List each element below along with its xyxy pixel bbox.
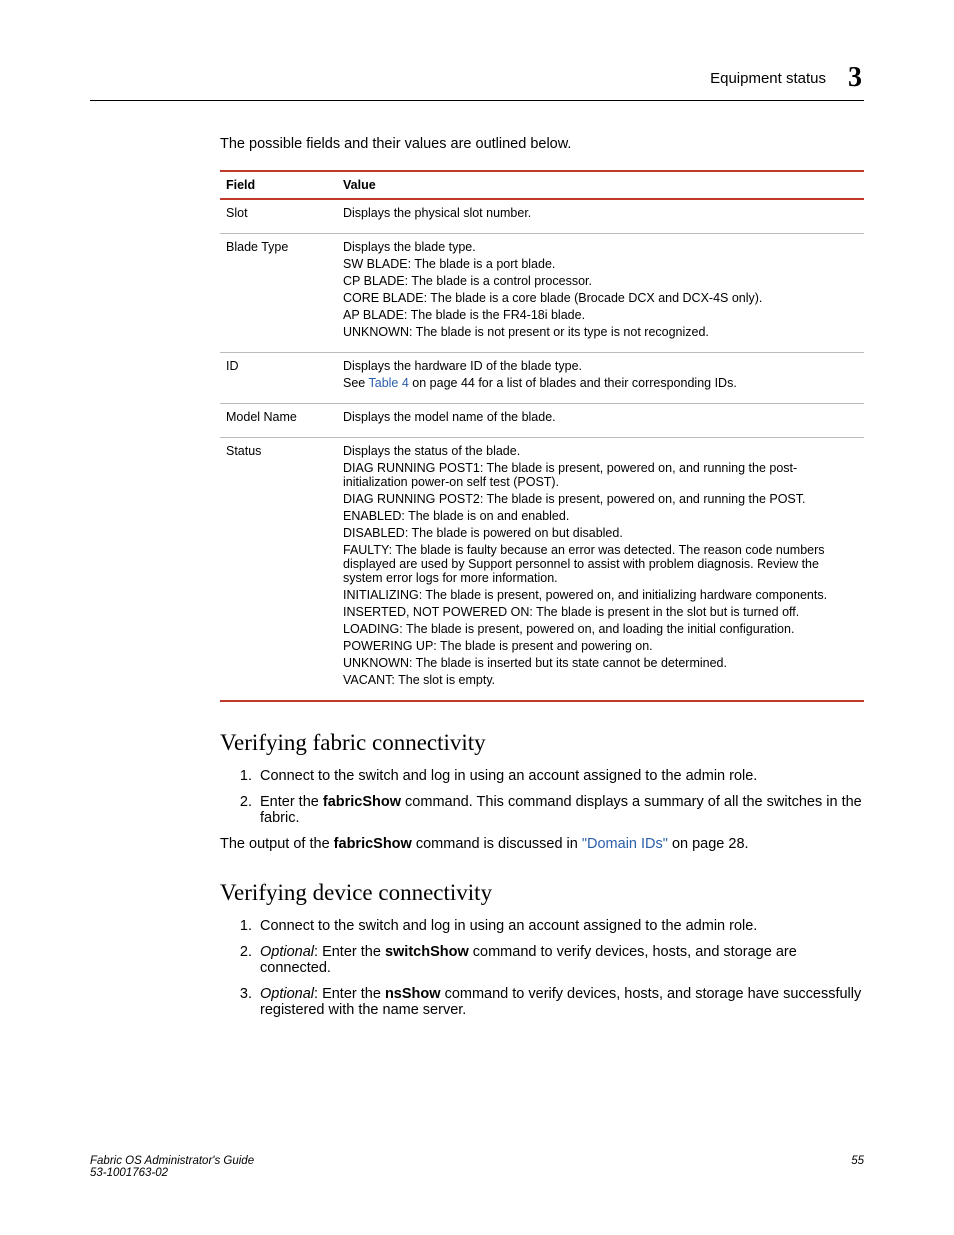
running-header: Equipment status 3	[710, 62, 862, 94]
th-field: Field	[220, 171, 337, 199]
fabric-step-1: Connect to the switch and log in using a…	[256, 768, 864, 784]
cell-field: Blade Type	[220, 234, 337, 353]
link-table-4[interactable]: Table 4	[369, 376, 409, 390]
chapter-number: 3	[848, 62, 862, 94]
cell-value: Displays the blade type. SW BLADE: The bl…	[337, 234, 864, 353]
value-line: UNKNOWN: The blade is not present or its…	[343, 325, 858, 339]
section-title: Equipment status	[710, 70, 826, 87]
cell-field: Slot	[220, 199, 337, 234]
value-line: DIAG RUNNING POST1: The blade is present…	[343, 461, 858, 489]
value-line: SW BLADE: The blade is a port blade.	[343, 257, 858, 271]
value-line: DISABLED: The blade is powered on but di…	[343, 526, 858, 540]
device-step-3: Optional: Enter the nsShow command to ve…	[256, 986, 864, 1018]
page-footer: Fabric OS Administrator's Guide 53-10017…	[90, 1155, 864, 1179]
table-row: StatusDisplays the status of the blade.D…	[220, 438, 864, 702]
value-line: INITIALIZING: The blade is present, powe…	[343, 588, 858, 602]
cmd-nsshow: nsShow	[385, 986, 441, 1002]
device-step-1: Connect to the switch and log in using a…	[256, 918, 864, 934]
th-value: Value	[337, 171, 864, 199]
heading-device: Verifying device connectivity	[220, 880, 864, 906]
value-line: CORE BLADE: The blade is a core blade (B…	[343, 291, 858, 305]
cmd-fabricshow: fabricShow	[323, 794, 401, 810]
table-row: Slot Displays the physical slot number.	[220, 199, 864, 234]
value-line: POWERING UP: The blade is present and po…	[343, 639, 858, 653]
value-line: FAULTY: The blade is faulty because an e…	[343, 543, 858, 585]
cell-value: Displays the model name of the blade.	[337, 404, 864, 438]
cmd-fabricshow-2: fabricShow	[334, 836, 412, 852]
cell-value: Displays the physical slot number.	[337, 199, 864, 234]
doc-number: 53-1001763-02	[90, 1167, 254, 1179]
header-rule	[90, 100, 864, 101]
value-line: CP BLADE: The blade is a control process…	[343, 274, 858, 288]
fabric-steps: Connect to the switch and log in using a…	[220, 768, 864, 826]
page: Equipment status 3 The possible fields a…	[0, 0, 954, 1235]
page-number: 55	[851, 1155, 864, 1179]
value-line: VACANT: The slot is empty.	[343, 673, 858, 687]
link-domain-ids[interactable]: "Domain IDs"	[582, 836, 668, 852]
cell-field: Status	[220, 438, 337, 702]
value-line: ENABLED: The blade is on and enabled.	[343, 509, 858, 523]
heading-fabric: Verifying fabric connectivity	[220, 730, 864, 756]
value-line: Displays the blade type.	[343, 240, 858, 254]
footer-left: Fabric OS Administrator's Guide 53-10017…	[90, 1155, 254, 1179]
field-value-table: Field Value Slot Displays the physical sl…	[220, 170, 864, 702]
value-line: DIAG RUNNING POST2: The blade is present…	[343, 492, 858, 506]
fabric-step-2: Enter the fabricShow command. This comma…	[256, 794, 864, 826]
device-step-2: Optional: Enter the switchShow command t…	[256, 944, 864, 976]
cell-value: Displays the hardware ID of the blade ty…	[337, 353, 864, 404]
cell-value: Displays the status of the blade. DIAG RU…	[337, 438, 864, 702]
value-line: Displays the physical slot number.	[343, 206, 858, 220]
value-line: Displays the model name of the blade.	[343, 410, 858, 424]
cell-field: ID	[220, 353, 337, 404]
fabric-para: The output of the fabricShow command is …	[220, 836, 864, 852]
cell-field: Model Name	[220, 404, 337, 438]
value-line: Displays the hardware ID of the blade ty…	[343, 359, 858, 373]
value-line: INSERTED, NOT POWERED ON: The blade is p…	[343, 605, 858, 619]
value-line: AP BLADE: The blade is the FR4-18i blade…	[343, 308, 858, 322]
value-line: UNKNOWN: The blade is inserted but its s…	[343, 656, 858, 670]
table-row: ID Displays the hardware ID of the blade …	[220, 353, 864, 404]
value-line: See Table 4 on page 44 for a list of bla…	[343, 376, 858, 390]
device-steps: Connect to the switch and log in using a…	[220, 918, 864, 1018]
value-line: Displays the status of the blade.	[343, 444, 858, 458]
table-row: Blade Type Displays the blade type. SW BLA…	[220, 234, 864, 353]
cmd-switchshow: switchShow	[385, 944, 469, 960]
doc-title: Fabric OS Administrator's Guide	[90, 1155, 254, 1167]
value-line: LOADING: The blade is present, powered o…	[343, 622, 858, 636]
intro-text: The possible fields and their values are…	[220, 136, 864, 152]
table-row: Model Name Displays the model name of the…	[220, 404, 864, 438]
body-region: The possible fields and their values are…	[220, 136, 864, 1028]
